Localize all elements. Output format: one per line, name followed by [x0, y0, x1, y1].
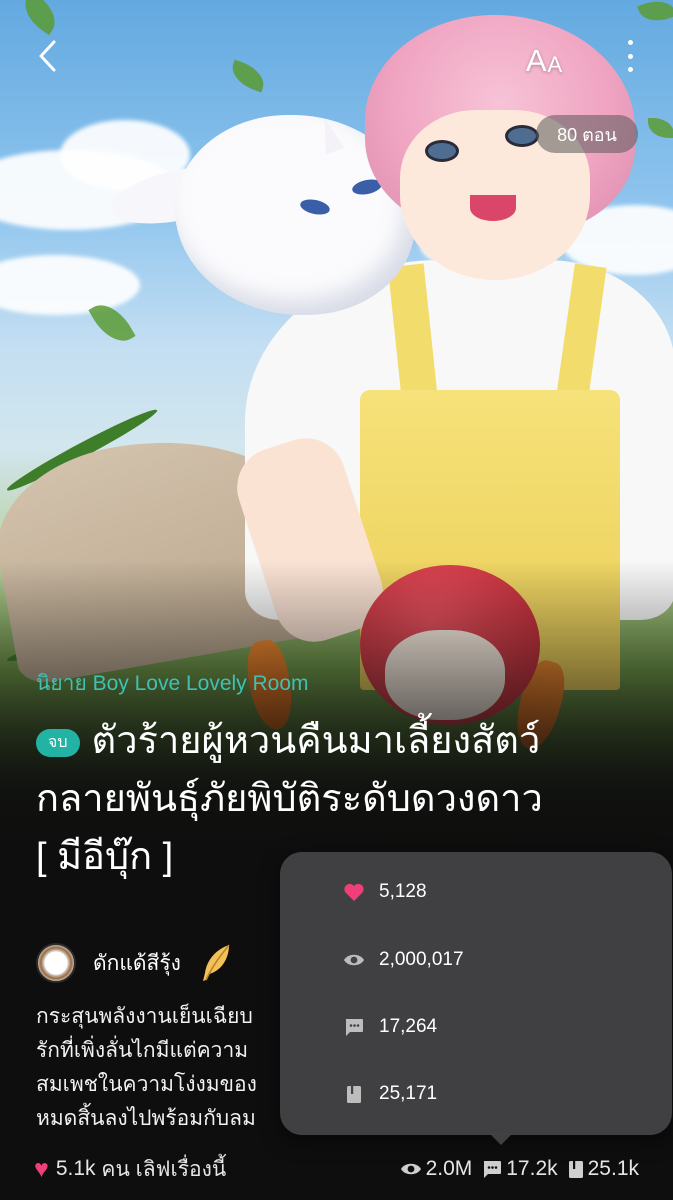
- eye-icon: [400, 1163, 421, 1175]
- heart-icon: ♥: [34, 1154, 49, 1183]
- heart-icon: [340, 882, 368, 902]
- popup-pointer: [489, 1133, 513, 1145]
- more-dot: [627, 53, 633, 59]
- title-line-1: จบ ตัวร้ายผู้หวนคืนมาเลี้ยงสัตว์: [36, 712, 656, 770]
- back-button[interactable]: [28, 36, 68, 76]
- popup-row-loves: 5,128: [340, 872, 427, 912]
- reads-stat: 25.1k: [568, 1157, 639, 1181]
- love-button[interactable]: ♥ 5.1k คน เลิฟเรื่องนี้: [34, 1145, 226, 1193]
- popup-row-comments: 17,264: [340, 1007, 437, 1047]
- book-icon: [340, 1085, 368, 1104]
- feather-badge-icon: [202, 944, 230, 981]
- comment-icon: [340, 1018, 368, 1037]
- more-dot: [627, 67, 633, 72]
- bottom-stats-bar: ♥ 5.1k คน เลิฟเรื่องนี้ 2.0M 17.2k 25.1k: [0, 1145, 673, 1193]
- font-size-icon: A: [525, 43, 547, 78]
- status-badge: จบ: [36, 729, 80, 757]
- book-icon: [568, 1160, 583, 1178]
- stats-popup: 5,128 2,000,017 17,264 25,171: [280, 852, 672, 1135]
- comments-stat: 17.2k: [482, 1157, 558, 1181]
- popup-row-reads: 25,171: [340, 1074, 437, 1114]
- author-row[interactable]: ดักแด้สีรุ้ง: [36, 938, 233, 988]
- author-avatar[interactable]: [36, 943, 76, 983]
- chevron-left-icon: [39, 40, 56, 72]
- love-label: คน เลิฟเรื่องนี้: [101, 1157, 227, 1181]
- title-line-2: กลายพันธุ์ภัยพิบัติระดับดวงดาว: [36, 778, 543, 820]
- stats-summary[interactable]: 2.0M 17.2k 25.1k: [390, 1145, 639, 1193]
- author-name[interactable]: ดักแด้สีรุ้ง: [93, 947, 181, 980]
- popup-row-views: 2,000,017: [340, 940, 464, 980]
- eye-icon: [340, 952, 368, 968]
- comment-icon: [484, 1160, 502, 1178]
- love-count: 5.1k: [55, 1157, 96, 1180]
- views-stat: 2.0M: [400, 1157, 472, 1181]
- episode-count-badge[interactable]: 80 ตอน: [536, 115, 638, 153]
- more-options-button[interactable]: [618, 38, 642, 74]
- more-dot: [627, 40, 633, 45]
- category-label[interactable]: นิยาย Boy Love Lovely Room: [36, 667, 309, 700]
- font-size-button[interactable]: AA: [518, 36, 570, 76]
